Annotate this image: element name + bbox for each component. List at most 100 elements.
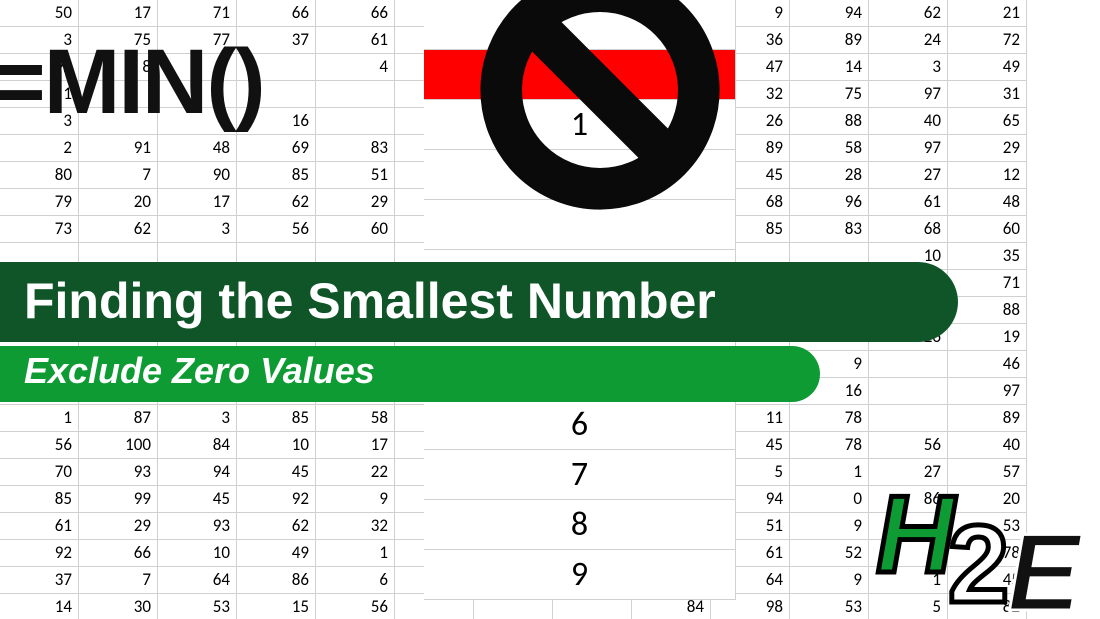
cell[interactable]: 69: [237, 135, 316, 162]
cell[interactable]: 19: [948, 324, 1027, 351]
cell[interactable]: 66: [316, 0, 395, 27]
cell[interactable]: [316, 108, 395, 135]
cell[interactable]: 28: [790, 162, 869, 189]
cell[interactable]: 94: [158, 459, 237, 486]
cell[interactable]: 62: [237, 189, 316, 216]
cell[interactable]: 89: [948, 405, 1027, 432]
cell[interactable]: 15: [237, 594, 316, 619]
cell[interactable]: 31: [948, 81, 1027, 108]
cell[interactable]: 86: [869, 486, 948, 513]
cell[interactable]: 3: [0, 108, 79, 135]
cell[interactable]: 9: [790, 513, 869, 540]
cell[interactable]: [316, 81, 395, 108]
cell[interactable]: [237, 54, 316, 81]
cell[interactable]: 78: [790, 432, 869, 459]
cell[interactable]: 82: [948, 594, 1027, 619]
cell[interactable]: 89: [790, 27, 869, 54]
cell[interactable]: 12: [948, 162, 1027, 189]
cell[interactable]: 83: [790, 216, 869, 243]
cell[interactable]: 27: [869, 459, 948, 486]
cell[interactable]: 64: [158, 567, 237, 594]
cell[interactable]: 52: [790, 540, 869, 567]
big-cell[interactable]: [424, 0, 735, 50]
cell[interactable]: 58: [790, 135, 869, 162]
cell[interactable]: 70: [0, 459, 79, 486]
cell[interactable]: 40: [948, 432, 1027, 459]
cell[interactable]: 91: [79, 135, 158, 162]
cell[interactable]: 93: [158, 513, 237, 540]
cell[interactable]: [869, 351, 948, 378]
big-cell[interactable]: 8: [424, 500, 735, 550]
cell[interactable]: 62: [79, 216, 158, 243]
cell[interactable]: 32: [316, 513, 395, 540]
cell[interactable]: 45: [158, 486, 237, 513]
cell[interactable]: 51: [316, 162, 395, 189]
cell[interactable]: 93: [79, 459, 158, 486]
cell[interactable]: 85: [237, 405, 316, 432]
cell[interactable]: 29: [79, 513, 158, 540]
cell[interactable]: 88: [790, 108, 869, 135]
cell[interactable]: 35: [948, 243, 1027, 270]
cell[interactable]: 60: [316, 216, 395, 243]
cell[interactable]: 80: [0, 162, 79, 189]
cell[interactable]: 7: [79, 567, 158, 594]
cell[interactable]: 61: [869, 189, 948, 216]
cell[interactable]: 24: [869, 27, 948, 54]
cell[interactable]: 62: [237, 513, 316, 540]
cell[interactable]: 53: [948, 513, 1027, 540]
cell[interactable]: 85: [237, 162, 316, 189]
big-cell[interactable]: 6: [424, 400, 735, 450]
cell[interactable]: 85: [0, 486, 79, 513]
cell[interactable]: 6: [316, 567, 395, 594]
cell[interactable]: 50: [0, 0, 79, 27]
cell[interactable]: 17: [79, 0, 158, 27]
cell[interactable]: 62: [869, 0, 948, 27]
big-cell[interactable]: [424, 150, 735, 200]
cell[interactable]: 49: [237, 540, 316, 567]
cell[interactable]: 79: [0, 189, 79, 216]
cell[interactable]: 77: [158, 27, 237, 54]
cell[interactable]: 53: [790, 594, 869, 619]
cell[interactable]: 92: [0, 540, 79, 567]
big-cell[interactable]: 7: [424, 450, 735, 500]
cell[interactable]: 1: [0, 81, 79, 108]
big-cell[interactable]: 0: [424, 50, 735, 100]
cell[interactable]: 14: [790, 54, 869, 81]
cell[interactable]: 3: [158, 405, 237, 432]
cell[interactable]: 71: [158, 0, 237, 27]
cell[interactable]: 60: [948, 216, 1027, 243]
cell[interactable]: 83: [316, 135, 395, 162]
cell[interactable]: [158, 81, 237, 108]
cell[interactable]: 30: [79, 594, 158, 619]
cell[interactable]: 75: [79, 27, 158, 54]
cell[interactable]: 5: [869, 594, 948, 619]
cell[interactable]: 86: [237, 567, 316, 594]
cell[interactable]: 0: [790, 486, 869, 513]
cell[interactable]: 49: [948, 54, 1027, 81]
cell[interactable]: 61: [0, 513, 79, 540]
cell[interactable]: 48: [158, 135, 237, 162]
cell[interactable]: 48: [948, 189, 1027, 216]
cell[interactable]: [79, 81, 158, 108]
cell[interactable]: 94: [790, 0, 869, 27]
cell[interactable]: 37: [0, 567, 79, 594]
cell[interactable]: 1: [869, 567, 948, 594]
cell[interactable]: 2: [0, 135, 79, 162]
cell[interactable]: [79, 108, 158, 135]
cell[interactable]: 20: [79, 189, 158, 216]
cell[interactable]: 92: [237, 486, 316, 513]
cell[interactable]: 40: [869, 108, 948, 135]
cell[interactable]: 57: [948, 459, 1027, 486]
cell[interactable]: 61: [316, 27, 395, 54]
cell[interactable]: 27: [869, 162, 948, 189]
cell[interactable]: 66: [79, 540, 158, 567]
cell[interactable]: 72: [948, 27, 1027, 54]
big-cell[interactable]: [424, 200, 735, 250]
cell[interactable]: 66: [237, 0, 316, 27]
cell[interactable]: 56: [316, 594, 395, 619]
cell[interactable]: 7: [79, 162, 158, 189]
cell[interactable]: 56: [0, 432, 79, 459]
cell[interactable]: 37: [237, 27, 316, 54]
cell[interactable]: 29: [948, 135, 1027, 162]
cell[interactable]: 17: [316, 432, 395, 459]
